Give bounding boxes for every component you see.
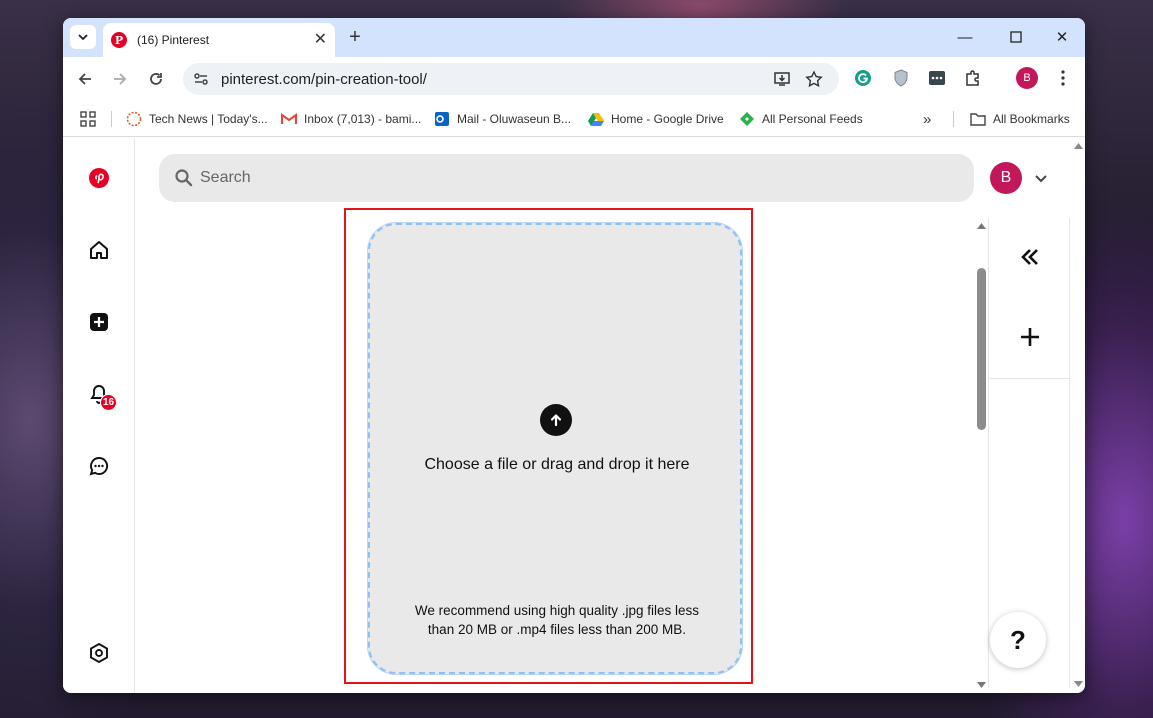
help-button[interactable]: ? <box>990 612 1046 668</box>
notification-badge: 16 <box>100 394 117 411</box>
browser-window: P (16) Pinterest ✕ + — ✕ pinterest.com/p… <box>63 18 1085 693</box>
more-bookmarks-button[interactable]: » <box>923 110 931 128</box>
browser-toolbar: pinterest.com/pin-creation-tool/ B <box>63 57 1085 101</box>
window-scrollbar[interactable] <box>1071 138 1085 693</box>
bookmark-star-icon[interactable] <box>805 70 823 88</box>
apps-grid-icon <box>80 111 96 127</box>
create-plus-icon <box>90 313 108 331</box>
add-draft-button[interactable] <box>1017 324 1043 350</box>
scroll-down-icon[interactable] <box>977 682 986 689</box>
double-chevron-right-icon: » <box>923 110 932 128</box>
pinterest-favicon: P <box>111 32 127 48</box>
search-bar[interactable] <box>159 154 974 202</box>
all-bookmarks-button[interactable]: All Bookmarks <box>970 110 1070 128</box>
install-app-icon[interactable] <box>773 70 791 88</box>
pinterest-sidebar: 16 <box>63 138 135 693</box>
user-avatar-button[interactable]: B <box>990 162 1022 194</box>
panel-divider <box>989 378 1069 379</box>
messages-nav-button[interactable] <box>87 454 111 478</box>
create-nav-button[interactable] <box>87 310 111 334</box>
window-scroll-down-icon[interactable] <box>1074 681 1083 688</box>
home-nav-button[interactable] <box>87 238 111 262</box>
settings-nav-button[interactable] <box>87 641 111 665</box>
reload-icon <box>150 73 162 85</box>
tech-news-icon <box>126 111 142 127</box>
minimize-button[interactable]: — <box>950 26 980 48</box>
grammarly-extension-icon[interactable] <box>853 68 873 88</box>
browser-tab[interactable]: P (16) Pinterest ✕ <box>103 23 335 57</box>
profile-button[interactable]: B <box>1016 67 1038 89</box>
bookmarks-bar: Tech News | Today's... Inbox (7,013) - b… <box>63 101 1085 137</box>
double-chevron-left-icon <box>1021 249 1038 265</box>
settings-hexagon-icon <box>90 643 108 663</box>
folder-icon <box>970 111 986 127</box>
url-text: pinterest.com/pin-creation-tool/ <box>221 70 427 88</box>
shield-extension-icon[interactable] <box>891 68 911 88</box>
password-extension-icon[interactable] <box>927 68 947 88</box>
bookmark-tech-news[interactable]: Tech News | Today's... <box>126 110 268 128</box>
upload-recommendation: We recommend using high quality .jpg fil… <box>414 603 700 637</box>
tab-bar: P (16) Pinterest ✕ + — ✕ <box>63 18 1085 57</box>
scroll-up-icon[interactable] <box>977 222 986 229</box>
bookmark-gmail[interactable]: Inbox (7,013) - bami... <box>281 110 421 128</box>
close-tab-icon[interactable]: ✕ <box>314 32 327 48</box>
upload-dropzone[interactable]: Choose a file or drag and drop it here W… <box>368 223 742 674</box>
apps-button[interactable] <box>80 110 96 128</box>
bookmark-outlook[interactable]: Mail - Oluwaseun B... <box>434 110 571 128</box>
bookmark-label: All Personal Feeds <box>762 112 863 126</box>
tab-title: (16) Pinterest <box>137 33 210 47</box>
tab-search-button[interactable] <box>70 25 96 49</box>
avatar-initial: B <box>1000 169 1012 186</box>
upload-arrow-icon <box>540 404 572 436</box>
profile-initial: B <box>1023 72 1031 84</box>
window-scroll-up-icon[interactable] <box>1074 142 1083 149</box>
site-settings-icon[interactable] <box>193 71 209 87</box>
bookmarks-divider <box>111 111 112 127</box>
home-icon <box>90 241 108 259</box>
puzzle-icon <box>966 70 979 86</box>
search-input[interactable] <box>200 169 900 187</box>
bookmark-label: Mail - Oluwaseun B... <box>457 112 572 126</box>
collapse-panel-button[interactable] <box>1017 244 1043 270</box>
search-icon <box>175 169 193 187</box>
account-chevron-down-icon[interactable] <box>1031 168 1051 188</box>
password-manager-icon <box>929 71 945 85</box>
upload-prompt: Choose a file or drag and drop it here <box>424 456 690 473</box>
address-bar[interactable]: pinterest.com/pin-creation-tool/ <box>183 63 839 95</box>
pinterest-logo-icon <box>89 168 109 188</box>
maximize-button[interactable] <box>1001 26 1031 48</box>
maximize-icon <box>1010 31 1022 43</box>
reload-button[interactable] <box>144 67 168 91</box>
arrow-left-icon <box>78 73 91 85</box>
close-window-button[interactable]: ✕ <box>1047 26 1077 48</box>
bookmark-feedly[interactable]: All Personal Feeds <box>739 110 863 128</box>
more-vert-icon <box>1061 70 1065 86</box>
page-content: 16 B Choose a file or drag and drop it h… <box>63 138 1085 693</box>
bookmark-label: Tech News | Today's... <box>149 112 268 126</box>
pinterest-logo-button[interactable] <box>87 166 111 190</box>
chrome-menu-button[interactable] <box>1053 68 1073 88</box>
plus-icon <box>1021 328 1039 346</box>
bookmark-label: Inbox (7,013) - bami... <box>304 112 422 126</box>
gmail-icon <box>281 111 297 127</box>
arrow-right-icon <box>114 73 127 85</box>
chat-bubble-icon <box>89 457 108 476</box>
chevron-down-icon <box>78 34 88 41</box>
shield-icon <box>894 69 908 87</box>
outlook-icon <box>434 111 450 127</box>
all-bookmarks-label: All Bookmarks <box>993 112 1070 126</box>
forward-button[interactable] <box>108 67 132 91</box>
bookmark-label: Home - Google Drive <box>611 112 724 126</box>
google-drive-icon <box>588 111 604 127</box>
extensions-button[interactable] <box>963 68 983 88</box>
scrollbar-thumb[interactable] <box>977 268 986 430</box>
inner-scrollbar[interactable] <box>975 218 989 688</box>
bookmarks-divider <box>953 111 954 127</box>
grammarly-icon <box>855 70 871 86</box>
feedly-icon <box>739 111 755 127</box>
back-button[interactable] <box>73 67 97 91</box>
new-tab-button[interactable]: + <box>344 26 366 48</box>
bookmark-google-drive[interactable]: Home - Google Drive <box>588 110 724 128</box>
